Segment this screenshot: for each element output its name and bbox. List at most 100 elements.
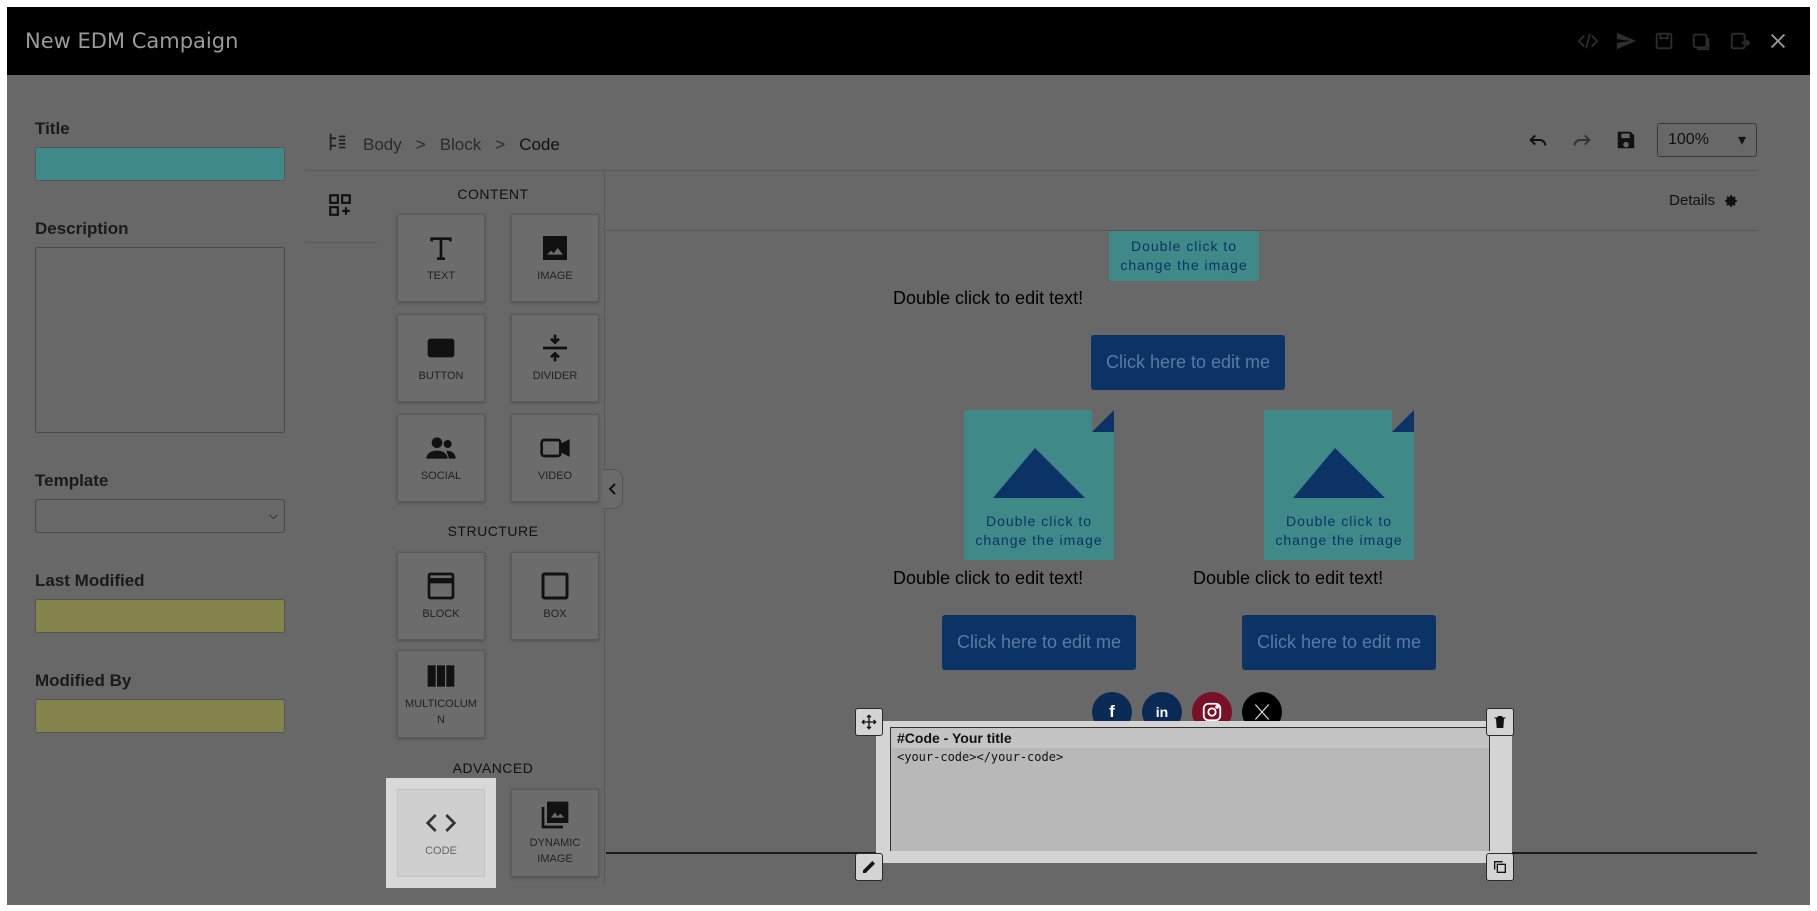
details-toggle[interactable]: Details (1669, 192, 1739, 209)
code-icon[interactable] (1576, 29, 1600, 53)
image-placeholder[interactable]: Double click to change the image (1264, 410, 1414, 560)
block-image[interactable]: IMAGE (511, 214, 599, 302)
title-input[interactable] (35, 147, 285, 181)
image-icon (543, 236, 567, 260)
divider-icon (543, 334, 567, 362)
titlebar-actions (1576, 29, 1790, 53)
chevron-down-icon: ⌵ (268, 508, 278, 522)
duplicate-handle[interactable] (1486, 853, 1514, 881)
editor-toolbar: 100% ▾ (1525, 123, 1757, 157)
block-button[interactable]: BUTTON (397, 314, 485, 402)
blocks-grid-icon[interactable] (327, 192, 353, 218)
save-icon[interactable] (1613, 127, 1639, 153)
template-select[interactable]: ⌵ (35, 499, 285, 533)
mountain-icon (1293, 448, 1385, 498)
export-icon[interactable] (1728, 29, 1752, 53)
delete-handle[interactable] (1486, 708, 1514, 736)
campaign-form: Title Description Template ⌵ Last Modifi… (35, 119, 285, 771)
zoom-value: 100% (1668, 131, 1709, 148)
text-block[interactable]: Double click to edit text! (893, 288, 1083, 309)
button-icon (427, 338, 455, 358)
gear-icon (1725, 194, 1737, 207)
caret-down-icon: ▾ (1737, 132, 1746, 149)
photo-library-icon (541, 801, 569, 829)
cta-button[interactable]: Click here to edit me (942, 615, 1136, 670)
image-placeholder[interactable]: Double click to change the image (1109, 231, 1259, 281)
image-caption: change the image (1275, 532, 1403, 548)
block-video[interactable]: VIDEO (511, 414, 599, 502)
block-label: IMAGE (537, 270, 573, 282)
code-block-title: #Code - Your title (891, 728, 1489, 748)
block-label: BUTTON (418, 370, 464, 382)
template-label: Template (35, 471, 109, 490)
trash-icon (1494, 716, 1506, 728)
description-textarea[interactable] (35, 247, 285, 433)
save-as-icon[interactable] (1690, 29, 1714, 53)
layer-tree-icon[interactable] (327, 131, 349, 158)
structure-heading: STRUCTURE (447, 523, 539, 539)
block-dynamic-image[interactable]: DYNAMIC IMAGE (511, 789, 599, 877)
block-label: TEXT (426, 270, 456, 282)
last-modified-field (35, 599, 285, 633)
description-label: Description (35, 219, 129, 238)
modified-by-label: Modified By (35, 671, 132, 690)
zoom-select[interactable]: 100% ▾ (1657, 123, 1757, 157)
block-label: MULTICOLUM N (405, 698, 477, 726)
cta-button[interactable]: Click here to edit me (1091, 335, 1285, 390)
title-label: Title (35, 119, 70, 138)
block-label: SOCIAL (420, 470, 462, 482)
page-fold-corner (1092, 410, 1114, 432)
close-icon[interactable] (1766, 29, 1790, 53)
block-code[interactable]: CODE (397, 789, 485, 877)
block-label: VIDEO (537, 470, 573, 482)
send-icon[interactable] (1614, 29, 1638, 53)
edit-handle[interactable] (855, 853, 883, 881)
redo-icon[interactable] (1569, 127, 1595, 153)
image-caption: Double click to (985, 513, 1093, 529)
code-block-content[interactable]: #Code - Your title <your-code></your-cod… (890, 727, 1490, 851)
block-block[interactable]: BLOCK (397, 552, 485, 640)
image-caption: change the image (1120, 257, 1248, 273)
block-box[interactable]: BOX (511, 552, 599, 640)
code-block-selected[interactable]: #Code - Your title <your-code></your-cod… (876, 721, 1512, 863)
advanced-heading: ADVANCED (452, 760, 534, 776)
block-social[interactable]: SOCIAL (397, 414, 485, 502)
block-label: BOX (543, 608, 567, 620)
modal-titlebar: New EDM Campaign (7, 7, 1810, 75)
undo-icon[interactable] (1525, 127, 1551, 153)
modal-title: New EDM Campaign (25, 29, 239, 53)
move-handle[interactable] (855, 708, 883, 736)
block-label: CODE (425, 845, 457, 857)
content-heading: CONTENT (457, 186, 529, 202)
text-block[interactable]: Double click to edit text! (893, 568, 1083, 589)
image-caption: Double click to (1130, 238, 1238, 254)
block-divider[interactable]: DIVIDER (511, 314, 599, 402)
campaign-modal: New EDM Campaign Title Description Templ… (7, 7, 1810, 905)
breadcrumb-body[interactable]: Body (363, 135, 402, 155)
breadcrumb: Body > Block > Code (327, 131, 560, 158)
box-icon (541, 572, 569, 600)
block-label: DIVIDER (532, 370, 578, 382)
cta-button[interactable]: Click here to edit me (1242, 615, 1436, 670)
block-icon (427, 572, 455, 600)
save-icon[interactable] (1652, 29, 1676, 53)
people-icon (426, 437, 456, 459)
pencil-icon (863, 861, 875, 873)
image-placeholder[interactable]: Double click to change the image (964, 410, 1114, 560)
image-caption: change the image (975, 532, 1103, 548)
image-caption: Double click to (1285, 513, 1393, 529)
page-fold-corner (1392, 410, 1414, 432)
modified-by-field (35, 699, 285, 733)
blocks-panel: CONTENT TEXT IMAGE BUTTON DIVIDER SOCIAL… (305, 172, 605, 884)
text-block[interactable]: Double click to edit text! (1193, 568, 1383, 589)
move-icon (861, 714, 877, 730)
breadcrumb-separator: > (495, 134, 506, 154)
editor-header: Body > Block > Code 100% ▾ (305, 117, 1757, 171)
breadcrumb-separator: > (415, 134, 426, 154)
block-multicolumn[interactable]: MULTICOLUM N (397, 650, 485, 738)
details-label: Details (1669, 192, 1715, 209)
copy-icon (1494, 861, 1506, 873)
last-modified-label: Last Modified (35, 571, 145, 590)
block-text[interactable]: TEXT (397, 214, 485, 302)
breadcrumb-block[interactable]: Block (440, 135, 482, 155)
